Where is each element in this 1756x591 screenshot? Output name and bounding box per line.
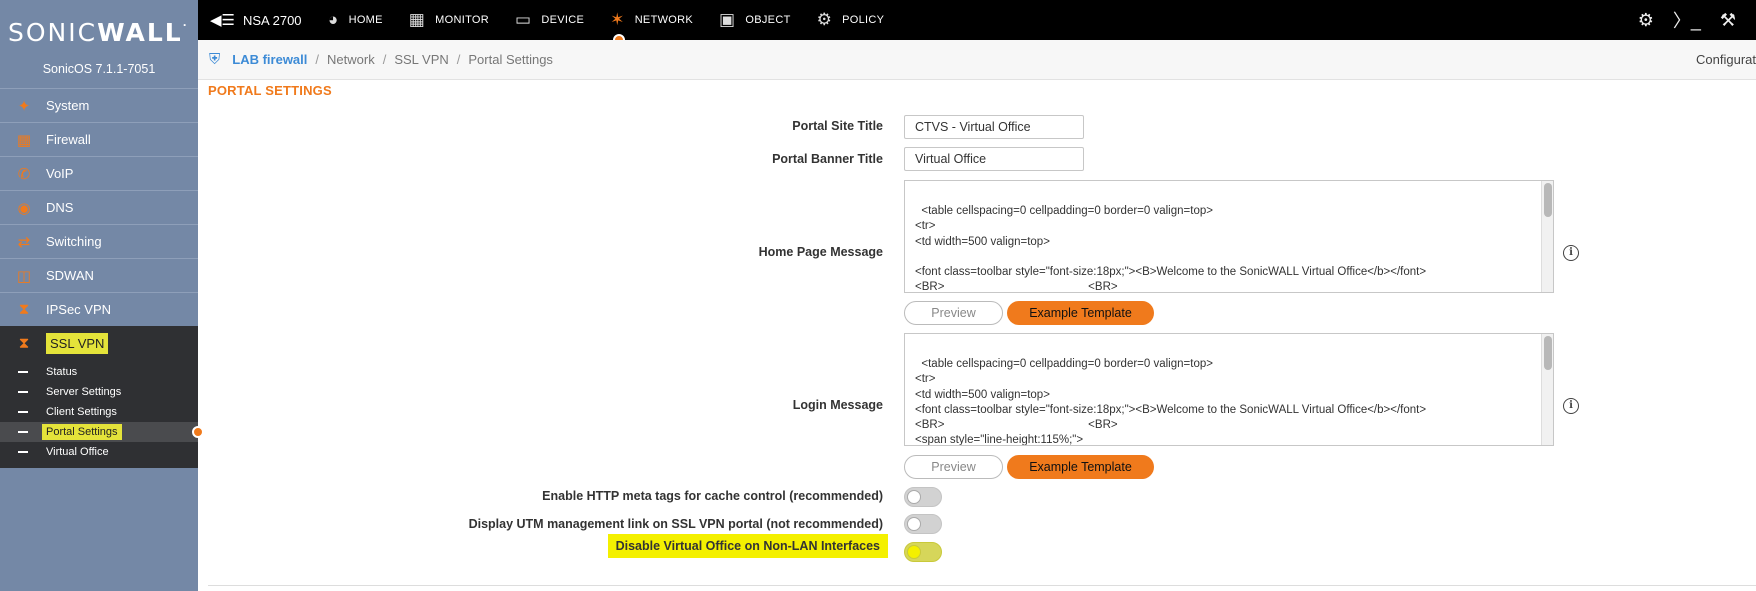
utm-management-link-toggle[interactable] xyxy=(904,514,942,534)
scrollbar[interactable] xyxy=(1541,334,1553,445)
http-meta-tags-toggle[interactable] xyxy=(904,487,942,507)
utm-management-link-label: Display UTM management link on SSL VPN p… xyxy=(468,517,883,531)
breadcrumb-portal-settings: Portal Settings xyxy=(468,52,553,67)
policy-icon: ⚙ xyxy=(816,10,833,29)
info-icon[interactable]: i xyxy=(1563,398,1579,414)
sidebar-item-dns[interactable]: ◉ DNS xyxy=(0,190,198,224)
network-icon: ✶ xyxy=(610,10,625,29)
active-indicator-dot xyxy=(192,426,204,438)
sidebar-item-ssl-vpn[interactable]: ⧗ SSL VPN xyxy=(0,326,198,360)
switching-icon: ⇄ xyxy=(17,233,31,251)
scrollbar-thumb[interactable] xyxy=(1544,336,1552,370)
sidebar-item-voip[interactable]: ✆ VoIP xyxy=(0,156,198,190)
disable-virtual-office-label: Disable Virtual Office on Non-LAN Interf… xyxy=(607,534,888,558)
subnav-server-settings[interactable]: Server Settings xyxy=(0,382,198,402)
firewall-icon: ▦ xyxy=(16,131,32,149)
portal-banner-title-label: Portal Banner Title xyxy=(772,152,883,166)
home-preview-button[interactable]: Preview xyxy=(904,301,1003,325)
dash-icon xyxy=(18,411,28,413)
login-example-template-button[interactable]: Example Template xyxy=(1007,455,1154,479)
sidebar-item-firewall[interactable]: ▦ Firewall xyxy=(0,122,198,156)
collapse-menu-icon: ◀☰ xyxy=(210,12,235,29)
dns-icon: ◉ xyxy=(17,199,31,217)
breadcrumb: ⛨ LAB firewall / Network / SSL VPN / Por… xyxy=(198,40,1756,80)
subnav-client-settings[interactable]: Client Settings xyxy=(0,402,198,422)
nav-home[interactable]: ◕ HOME xyxy=(328,0,383,40)
portal-site-title-label: Portal Site Title xyxy=(792,119,883,133)
login-preview-button[interactable]: Preview xyxy=(904,455,1003,479)
info-icon[interactable]: i xyxy=(1563,245,1579,261)
login-message-label: Login Message xyxy=(792,398,883,412)
terminal-icon[interactable]: 〉_ xyxy=(1673,7,1701,33)
sidebar-item-ipsec-vpn[interactable]: ⧗ IPSec VPN xyxy=(0,292,198,326)
firmware-version: SonicOS 7.1.1-7051 xyxy=(42,62,156,76)
sonicwall-logo: SONICWALL. xyxy=(8,18,189,47)
gear-icon[interactable]: ⚙ xyxy=(1638,10,1654,31)
login-message-textarea[interactable]: <table cellspacing=0 cellpadding=0 borde… xyxy=(904,333,1554,446)
menu-toggle[interactable]: ◀☰ NSA 2700 xyxy=(198,11,328,29)
voip-icon: ✆ xyxy=(17,165,31,183)
tools-icon[interactable]: ⚒ xyxy=(1720,10,1736,31)
nav-device[interactable]: ▭ DEVICE xyxy=(515,0,584,40)
configuration-mode-label[interactable]: Configurat xyxy=(1696,52,1756,67)
page-title: PORTAL SETTINGS xyxy=(208,83,332,98)
breadcrumb-ssl-vpn[interactable]: SSL VPN xyxy=(394,52,448,67)
nav-network[interactable]: ✶ NETWORK xyxy=(610,0,693,46)
breadcrumb-firewall[interactable]: LAB firewall xyxy=(232,52,307,67)
scrollbar-thumb[interactable] xyxy=(1544,183,1552,217)
home-example-template-button[interactable]: Example Template xyxy=(1007,301,1154,325)
sidebar-item-switching[interactable]: ⇄ Switching xyxy=(0,224,198,258)
ipsec-vpn-icon: ⧗ xyxy=(18,301,30,318)
dash-icon xyxy=(18,371,28,373)
nav-policy[interactable]: ⚙ POLICY xyxy=(817,0,885,40)
monitor-chart-icon: ▦ xyxy=(408,10,426,29)
device-model: NSA 2700 xyxy=(242,12,302,28)
nav-monitor[interactable]: ▦ MONITOR xyxy=(409,0,489,40)
nav-object[interactable]: ▣ OBJECT xyxy=(719,0,791,40)
top-navigation-bar: ◀☰ NSA 2700 ◕ HOME ▦ MONITOR ▭ DEVICE ✶ … xyxy=(198,0,1756,46)
home-page-message-label: Home Page Message xyxy=(758,245,883,259)
sidebar-item-sdwan[interactable]: ◫ SDWAN xyxy=(0,258,198,292)
http-meta-tags-label: Enable HTTP meta tags for cache control … xyxy=(542,489,883,503)
system-icon: ✦ xyxy=(17,97,31,115)
shield-icon: ⛨ xyxy=(209,51,221,68)
subnav-status[interactable]: Status xyxy=(0,362,198,382)
dash-icon xyxy=(18,431,28,433)
ssl-vpn-icon: ⧗ xyxy=(18,335,30,352)
disable-virtual-office-toggle[interactable] xyxy=(904,542,942,562)
dash-icon xyxy=(18,451,28,453)
subnav-virtual-office[interactable]: Virtual Office xyxy=(0,442,198,462)
breadcrumb-network[interactable]: Network xyxy=(327,52,375,67)
sidebar-item-system[interactable]: ✦ System xyxy=(0,88,198,122)
ssl-vpn-submenu: Status Server Settings Client Settings P… xyxy=(0,360,204,468)
home-page-message-textarea[interactable]: <table cellspacing=0 cellpadding=0 borde… xyxy=(904,180,1554,293)
portal-site-title-input[interactable]: CTVS - Virtual Office xyxy=(904,115,1084,139)
object-icon: ▣ xyxy=(719,10,736,29)
device-icon: ▭ xyxy=(515,10,532,29)
dash-icon xyxy=(18,391,28,393)
scrollbar[interactable] xyxy=(1541,181,1553,292)
portal-banner-title-input[interactable]: Virtual Office xyxy=(904,147,1084,171)
top-right-tools: ⚙ 〉_ ⚒ xyxy=(1619,0,1736,40)
sdwan-icon: ◫ xyxy=(16,267,32,285)
dashboard-gauge-icon: ◕ xyxy=(328,10,339,29)
divider xyxy=(208,585,1756,586)
sidebar: SONICWALL. SonicOS 7.1.1-7051 ✦ System ▦… xyxy=(0,0,204,591)
subnav-portal-settings[interactable]: Portal Settings xyxy=(0,422,204,442)
